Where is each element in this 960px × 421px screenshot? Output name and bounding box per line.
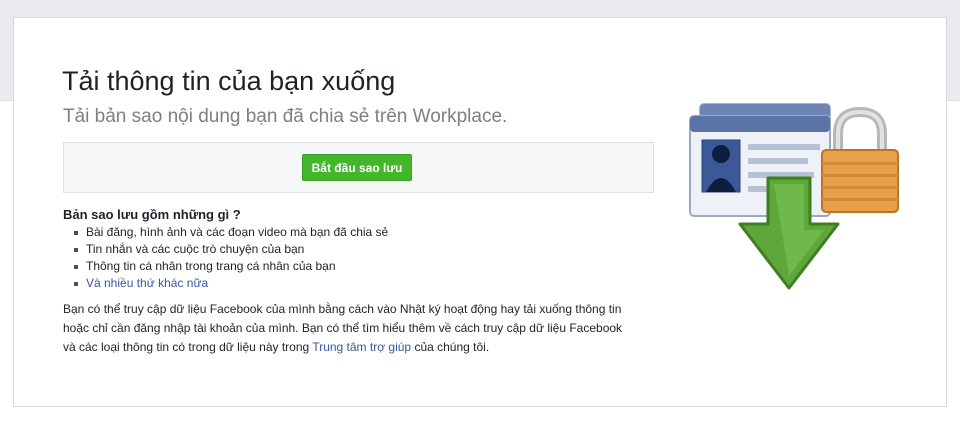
list-item-label: Tin nhắn và các cuộc trò chuyện của bạn (86, 242, 305, 256)
list-item: Thông tin cá nhân trong trang cá nhân củ… (72, 258, 388, 275)
bullet-icon (74, 282, 78, 286)
access-info-paragraph: Bạn có thể truy cập dữ liệu Facebook của… (63, 300, 663, 357)
page-title: Tải thông tin của bạn xuống (62, 66, 396, 96)
page-subtitle: Tải bản sao nội dung bạn đã chia sẻ trên… (63, 106, 508, 127)
more-items-link[interactable]: Và nhiều thứ khác nữa (86, 276, 208, 290)
bullet-icon (74, 248, 78, 252)
help-center-link[interactable]: Trung tâm trợ giúp (312, 340, 411, 354)
info-text-line-3-end: của chúng tôi. (411, 340, 490, 354)
download-profile-lock-icon (689, 103, 899, 290)
list-item: Tin nhắn và các cuộc trò chuyện của bạn (72, 241, 388, 258)
list-item: Và nhiều thứ khác nữa (72, 275, 388, 292)
list-item-label: Thông tin cá nhân trong trang cá nhân củ… (86, 259, 336, 273)
backup-panel: Bắt đầu sao lưu (63, 142, 654, 193)
info-text-line-1: Bạn có thể truy cập dữ liệu Facebook của… (63, 302, 622, 316)
bullet-icon (74, 265, 78, 269)
info-text-line-3: và các loại thông tin có trong dữ liệu n… (63, 340, 313, 354)
list-item-label: Bài đăng, hình ảnh và các đoạn video mà … (86, 225, 389, 239)
list-item: Bài đăng, hình ảnh và các đoạn video mà … (72, 224, 388, 241)
bullet-icon (74, 231, 78, 235)
start-backup-button[interactable]: Bắt đầu sao lưu (302, 154, 412, 181)
download-info-card: Tải thông tin của bạn xuống Tải bản sao … (13, 17, 947, 407)
includes-list: Bài đăng, hình ảnh và các đoạn video mà … (72, 224, 388, 292)
includes-heading: Bản sao lưu gồm những gì ? (63, 207, 241, 222)
info-text-line-2: hoặc chỉ cần đăng nhập tài khoản của mìn… (63, 321, 623, 335)
padlock-icon (821, 106, 899, 213)
